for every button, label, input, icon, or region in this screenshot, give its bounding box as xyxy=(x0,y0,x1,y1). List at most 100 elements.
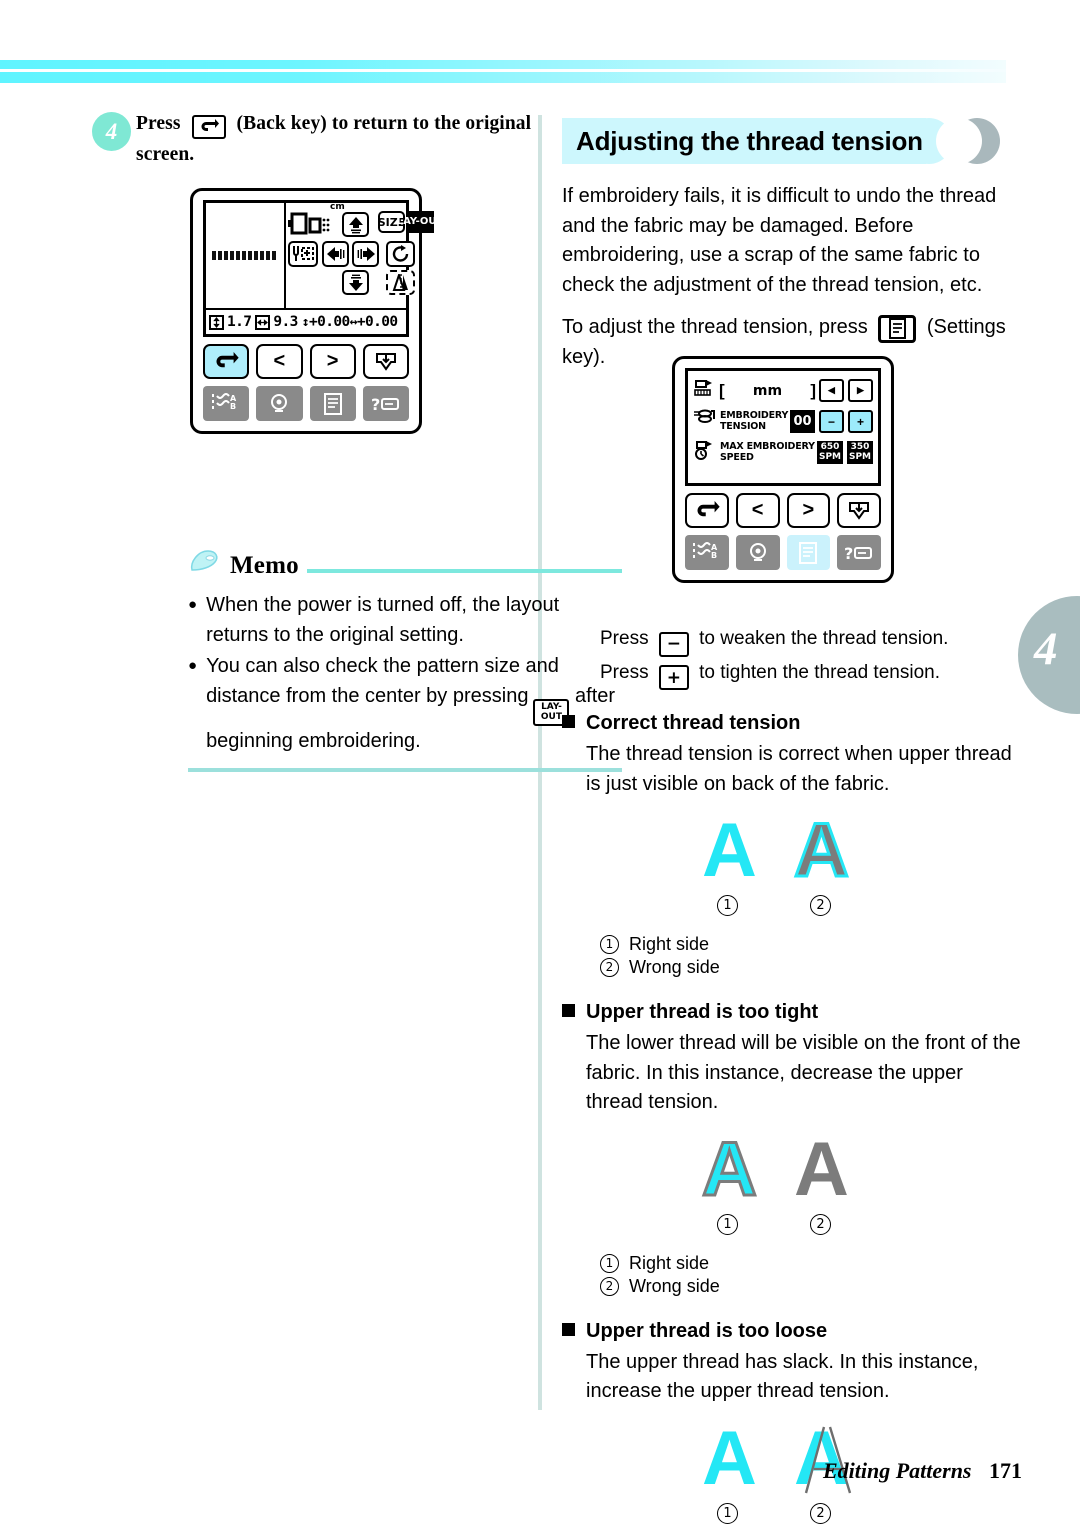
subsection-heading-too-tight: Upper thread is too tight xyxy=(562,1001,1022,1024)
right-column: Adjusting the thread tension If embroide… xyxy=(562,118,1022,1526)
figure-too-tight: A A 1 2 xyxy=(562,1126,1022,1250)
readout-height: 1.7 xyxy=(227,314,252,330)
page-number: 171 xyxy=(989,1458,1022,1483)
press-tighten-after: to tighten the thread tension. xyxy=(699,661,940,683)
memory-save-key[interactable] xyxy=(362,344,409,379)
page-footer: Editing Patterns 171 xyxy=(823,1458,1022,1484)
figure-callout-1: 1 xyxy=(717,1213,738,1235)
figure-callout-2: 2 xyxy=(810,1502,831,1524)
memo-box: Memo ● When the power is turned off, the… xyxy=(188,548,622,772)
intro-paragraph-1: If embroidery fails, it is difficult to … xyxy=(562,185,997,296)
help-tab[interactable]: ? xyxy=(362,386,409,421)
lcd-settings-nav-row: < > xyxy=(685,493,881,528)
move-right-key xyxy=(352,241,379,267)
lcd-settings-screen: [ mm ] ◀ ▶ EMBROIDERY TENSION 00 − + MAX… xyxy=(672,356,894,583)
subsection-heading-correct: Correct thread tension xyxy=(562,712,1022,735)
width-icon xyxy=(255,314,271,330)
press-tighten-line: Press + to tighten the thread tension. xyxy=(600,657,1022,690)
speed-label-line1: MAX EMBROIDERY xyxy=(720,441,815,452)
h-offset-icon: ↔ xyxy=(349,314,358,330)
help-tab[interactable]: ? xyxy=(837,535,881,570)
step-instruction: Press (Back key) to return to the origin… xyxy=(136,108,532,170)
left-arrow-key[interactable]: < xyxy=(735,493,780,528)
speed-icon xyxy=(693,439,717,466)
unit-setting-row: [ mm ] ◀ ▶ xyxy=(693,377,873,404)
legend-correct: 1 Right side 2 Wrong side xyxy=(562,933,1022,979)
subsection-body-correct: The thread tension is correct when upper… xyxy=(586,743,1012,795)
step-number-badge: 4 xyxy=(92,112,131,151)
move-down-key xyxy=(342,270,369,295)
legend-marker-2: 2 xyxy=(600,1276,619,1296)
left-column: 4 Press (Back key) to return to the orig… xyxy=(92,108,622,772)
embroidery-pattern-tab[interactable] xyxy=(735,535,780,570)
glyph-right-side: A xyxy=(702,1415,757,1501)
tension-controls: − + xyxy=(819,410,873,433)
right-arrow-key[interactable]: > xyxy=(309,344,356,379)
figure-callout-1: 1 xyxy=(717,1502,738,1524)
legend-marker-2: 2 xyxy=(600,958,619,977)
memory-save-key[interactable] xyxy=(837,493,881,528)
legend-label: Wrong side xyxy=(629,1275,720,1296)
manual-page: 4 4 Press (Back key) to return to the or… xyxy=(0,0,1080,1526)
memo-title: Memo xyxy=(230,552,299,579)
minus-key-icon: − xyxy=(658,631,689,657)
legend-marker-1: 1 xyxy=(600,1253,619,1273)
v-offset-icon: ↕ xyxy=(301,314,310,330)
speed-setting-row: MAX EMBROIDERY SPEED 650 SPM 350 SPM xyxy=(693,439,873,466)
glyph-right-side: A xyxy=(701,1126,759,1212)
legend-label: Right side xyxy=(629,1252,710,1273)
tension-setting-row: EMBROIDERY TENSION 00 − + xyxy=(693,408,873,435)
readout-h-offset: +0.00 xyxy=(356,314,398,330)
speed-values: 650 SPM 350 SPM xyxy=(817,441,873,464)
unit-label-cm: cm xyxy=(330,202,345,212)
subsection-body-too-loose: The upper thread has slack. In this inst… xyxy=(586,1350,979,1403)
tension-minus-key[interactable]: − xyxy=(819,410,844,433)
press-weaken-line: Press − to weaken the thread tension. xyxy=(600,623,1022,657)
back-key-icon[interactable] xyxy=(685,493,729,528)
press-weaken-before: Press xyxy=(600,628,649,649)
left-arrow-key[interactable]: < xyxy=(256,344,303,379)
chapter-tab: 4 xyxy=(1018,596,1080,714)
unit-prev-key[interactable]: ◀ xyxy=(819,379,844,402)
back-key-icon[interactable] xyxy=(203,344,250,379)
square-bullet-icon xyxy=(562,1004,575,1017)
press-tighten-before: Press xyxy=(600,661,649,683)
pattern-size-glyph xyxy=(288,212,336,243)
list-item: ● You can also check the pattern size an… xyxy=(188,651,622,756)
lcd-readout: 1.7 9.3 ↕ +0.00 ↔ +0.00 xyxy=(206,308,406,334)
character-embroidery-tab[interactable]: AB xyxy=(203,386,250,421)
layout-key-line2: OUT xyxy=(419,216,444,228)
tension-plus-key[interactable]: + xyxy=(848,410,873,433)
square-bullet-icon xyxy=(562,1322,575,1336)
right-arrow-key[interactable]: > xyxy=(786,493,831,528)
figure-callout-2: 2 xyxy=(810,895,831,916)
tension-label-line2: TENSION xyxy=(720,420,766,432)
embroidery-pattern-tab[interactable] xyxy=(256,386,303,421)
settings-tab[interactable] xyxy=(309,386,356,421)
square-bullet-icon xyxy=(562,715,575,728)
figure-callout-1: 1 xyxy=(717,895,738,916)
memo-icon xyxy=(188,548,222,581)
memo-item-text: When the power is turned off, the layout… xyxy=(206,594,560,646)
svg-text:B: B xyxy=(230,402,236,411)
character-embroidery-tab[interactable]: AB xyxy=(685,535,729,570)
unit-next-key[interactable]: ▶ xyxy=(848,379,873,402)
tension-icon xyxy=(693,408,717,435)
lcd-settings-tab-row: AB ? xyxy=(685,535,881,570)
settings-tab[interactable] xyxy=(786,535,831,570)
legend-item: 1 Right side xyxy=(600,933,1022,956)
speed-value-2[interactable]: 350 SPM xyxy=(847,441,873,464)
page-title: Adjusting the thread tension xyxy=(576,126,923,156)
speed-value-1[interactable]: 650 SPM xyxy=(817,441,843,464)
height-icon xyxy=(209,314,224,330)
section-banner: Adjusting the thread tension xyxy=(562,118,1022,164)
legend-too-tight: 1 Right side 2 Wrong side xyxy=(562,1252,1022,1298)
subsection-title: Upper thread is too loose xyxy=(586,1319,828,1342)
memo-bottom-rule xyxy=(188,768,622,772)
legend-item: 2 Wrong side xyxy=(600,1275,1022,1298)
lcd-tab-key-row: AB ? xyxy=(203,386,409,421)
memo-items: ● When the power is turned off, the layo… xyxy=(188,590,622,756)
legend-label: Right side xyxy=(629,934,710,954)
glyph-wrong-side: A xyxy=(793,808,851,893)
tension-label: EMBROIDERY TENSION xyxy=(720,410,790,432)
